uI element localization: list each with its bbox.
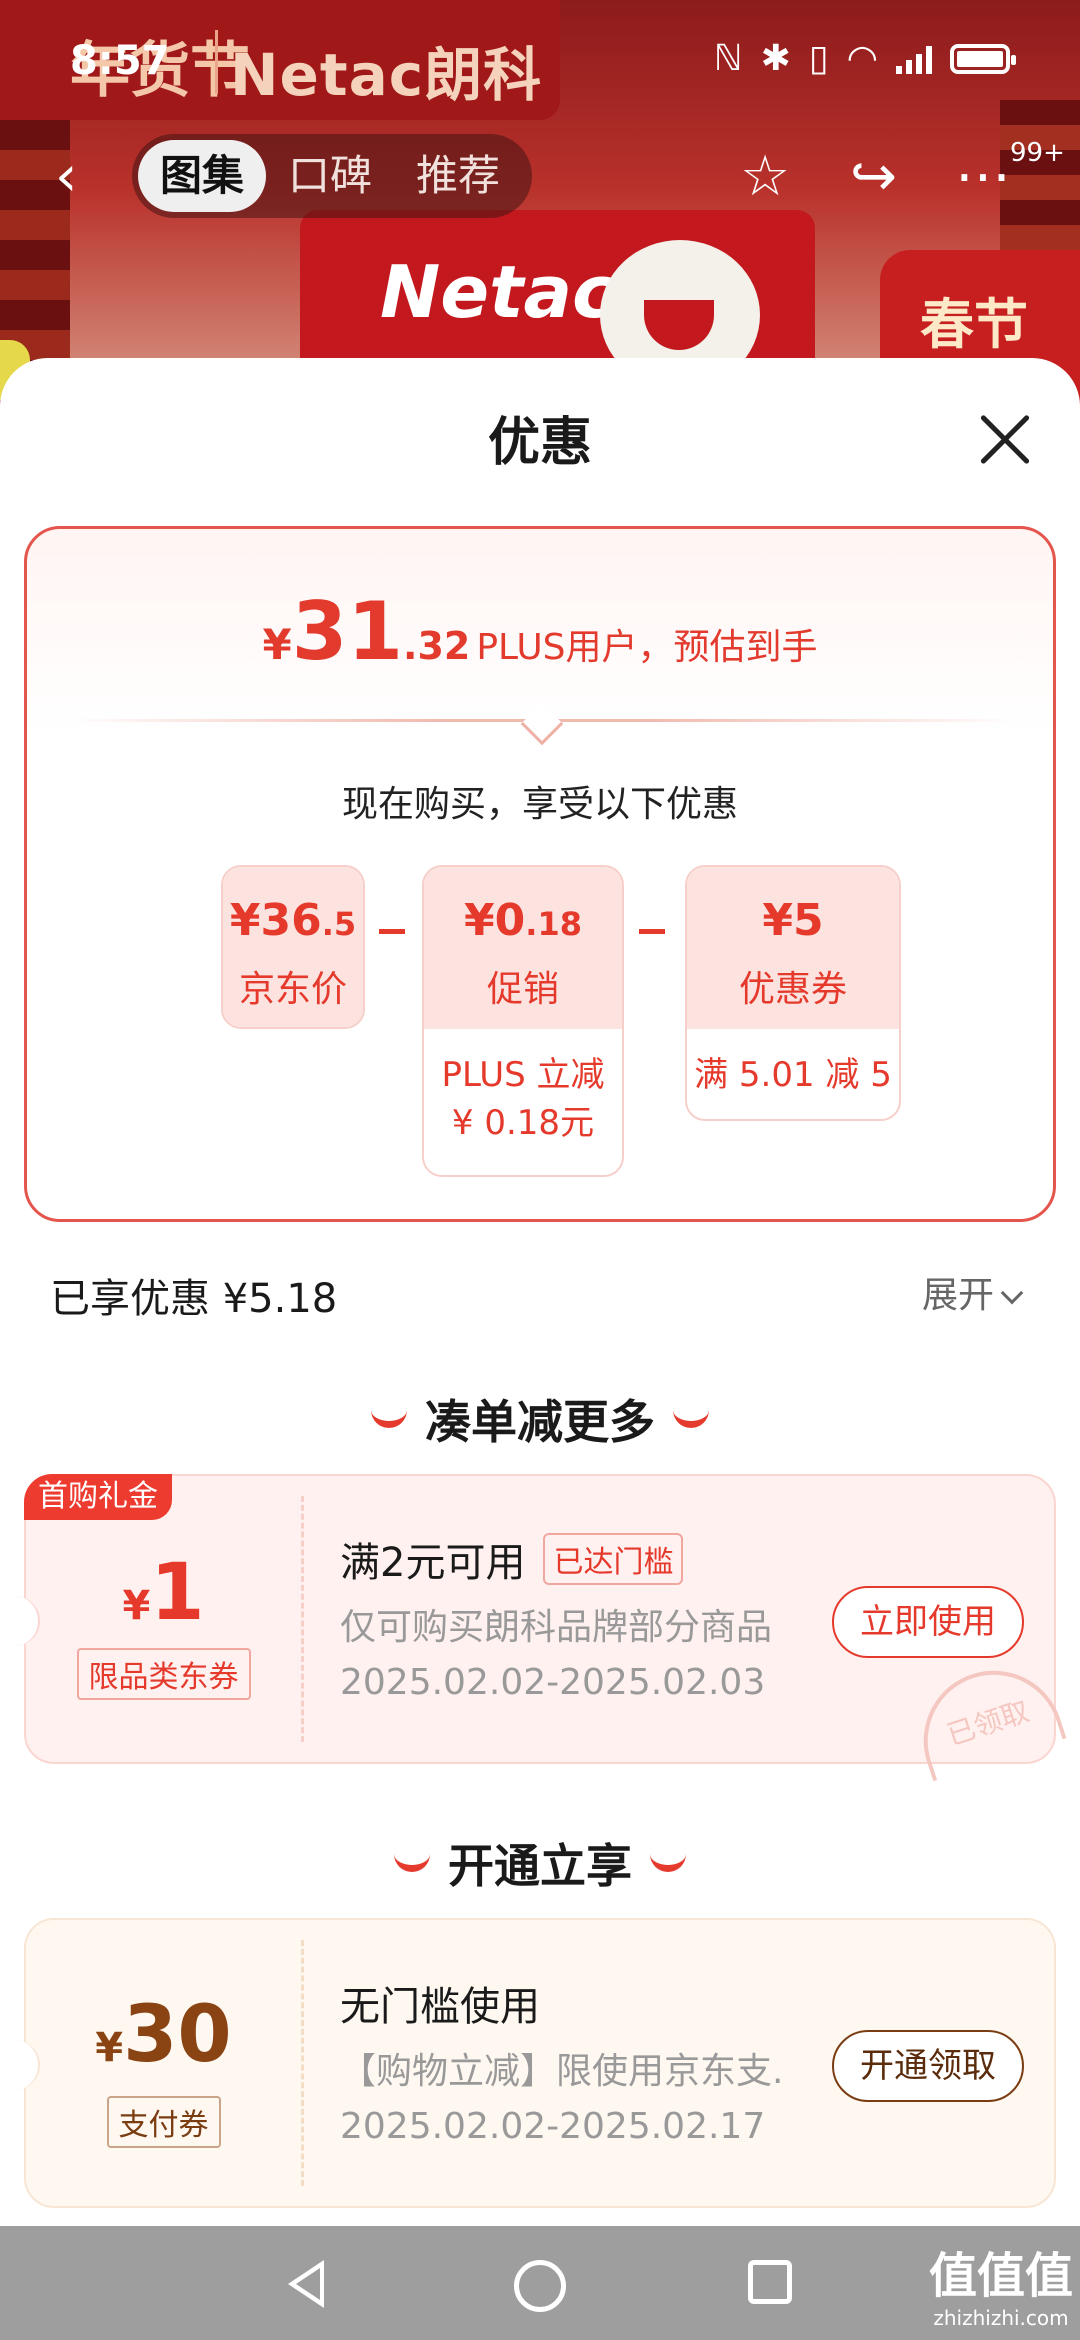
section-title-open: 开通立享 <box>0 1830 1080 1896</box>
minus-icon <box>379 929 405 934</box>
plus-discount-text: PLUS 立减 <box>441 1055 605 1095</box>
threshold-reached-badge: 已达门槛 <box>543 1533 684 1585</box>
watermark: 值值值 zhizhizhi.com <box>928 2248 1073 2330</box>
coupon-date: 2025.02.02-2025.02.17 <box>340 2106 766 2147</box>
wifi-icon: ◠ <box>846 38 878 79</box>
close-icon[interactable] <box>970 404 1042 476</box>
coupon-condition: 满2元可用 已达门槛 <box>340 1530 684 1589</box>
coupon-box: ¥5 优惠券 满 5.01 减 5 <box>685 865 901 1121</box>
promotion-box: ¥0.18 促销 PLUS 立减 ¥ 0.18元 <box>422 865 624 1177</box>
sheet-title: 优惠 <box>487 413 592 473</box>
top-nav: ‹ 图集 口碑 推荐 ☆ ↪ ⋯ 99+ <box>0 130 1080 220</box>
coupon-description: 仅可购买朗科品牌部分商品 <box>340 1607 773 1648</box>
smile-decor-icon <box>673 1410 709 1428</box>
coupon-divider <box>301 1496 304 1742</box>
coupon-type: 限品类东券 <box>26 1648 301 1700</box>
coupon-card-first-buy[interactable]: 首购礼金 ¥1 限品类东券 满2元可用 已达门槛 仅可购买朗科品牌部分商品 202… <box>12 1474 1067 1782</box>
coupon-divider <box>301 1940 304 2186</box>
coupon-label: 优惠券 <box>738 969 847 1010</box>
home-nav-icon[interactable] <box>514 2260 566 2312</box>
gallery-tabs: 图集 口碑 推荐 <box>132 134 532 218</box>
coupon-description: 【购物立减】限使用京东支... <box>340 2051 780 2092</box>
signal-icon <box>896 44 932 74</box>
jd-price-box: ¥36.5 京东价 <box>221 865 365 1029</box>
section-title-more: 凑单减更多 <box>0 1386 1080 1452</box>
use-now-button[interactable]: 立即使用 <box>832 1586 1024 1658</box>
coupon-date: 2025.02.02-2025.02.03 <box>340 1662 766 1703</box>
coupon-amount: ¥1 <box>122 1548 205 1638</box>
back-icon[interactable]: ‹ <box>55 144 77 209</box>
buy-now-text: 现在购买，享受以下优惠 <box>341 784 738 825</box>
promotion-label: 促销 <box>486 969 559 1010</box>
divider-arrow-icon <box>520 702 564 746</box>
price-summary-card: ¥31.32 PLUS用户，预估到手 现在购买，享受以下优惠 ¥36.5 京东价 … <box>24 526 1056 1222</box>
smile-decor-icon <box>394 1854 430 1872</box>
open-and-claim-button[interactable]: 开通领取 <box>832 2030 1024 2102</box>
estimated-price-note: PLUS用户，预估到手 <box>476 627 818 668</box>
share-icon[interactable]: ↪ <box>850 144 897 209</box>
jd-price-label: 京东价 <box>238 969 347 1010</box>
chevron-down-icon <box>1000 1281 1024 1305</box>
nfc-icon: ℕ <box>713 38 743 79</box>
netac-logo: Netac <box>380 250 615 334</box>
coupon-card-payment[interactable]: ¥30 支付券 无门槛使用 【购物立减】限使用京东支... 2025.02.02… <box>12 1918 1056 2208</box>
estimated-price: ¥31.32 PLUS用户，预估到手 <box>262 585 818 678</box>
coupon-amount: ¥30 <box>95 1990 232 2080</box>
status-time: 8:57 <box>70 38 170 84</box>
expand-button[interactable]: 展开 <box>922 1266 1024 1318</box>
vibrate-icon: ▯ <box>808 38 829 79</box>
favorite-star-icon[interactable]: ☆ <box>740 144 790 209</box>
smile-decor-icon <box>371 1410 407 1428</box>
bluetooth-icon: ✱ <box>760 38 791 79</box>
plus-discount-amount: ¥ 0.18元 <box>451 1103 595 1143</box>
message-badge: 99+ <box>1010 138 1065 168</box>
discount-sheet: 优惠 ¥31.32 PLUS用户，预估到手 现在购买，享受以下优惠 ¥36.5 京… <box>0 358 1080 2226</box>
tab-recommend[interactable]: 推荐 <box>394 140 522 212</box>
back-nav-icon[interactable] <box>288 2260 324 2308</box>
claimed-stamp-icon: 已领取 <box>905 1652 1067 1782</box>
coupon-condition: 无门槛使用 <box>340 1984 540 2030</box>
status-bar: 8:57 ℕ ✱ ▯ ◠ <box>0 0 1080 120</box>
coupon-type: 支付券 <box>26 2096 301 2148</box>
first-buy-tag: 首购礼金 <box>24 1474 172 1520</box>
recents-nav-icon[interactable] <box>748 2260 792 2304</box>
enjoyed-discount: 已享优惠 ¥5.18 <box>50 1276 338 1322</box>
tab-reviews[interactable]: 口碑 <box>266 140 394 212</box>
battery-icon <box>950 43 1016 74</box>
smile-decor-icon <box>650 1854 686 1872</box>
tab-gallery[interactable]: 图集 <box>138 140 267 212</box>
more-icon[interactable]: ⋯ <box>955 144 1011 209</box>
system-nav-bar: 值值值 zhizhizhi.com <box>0 2226 1080 2340</box>
minus-icon <box>639 929 665 934</box>
coupon-condition-text: 满 5.01 减 5 <box>694 1055 892 1095</box>
